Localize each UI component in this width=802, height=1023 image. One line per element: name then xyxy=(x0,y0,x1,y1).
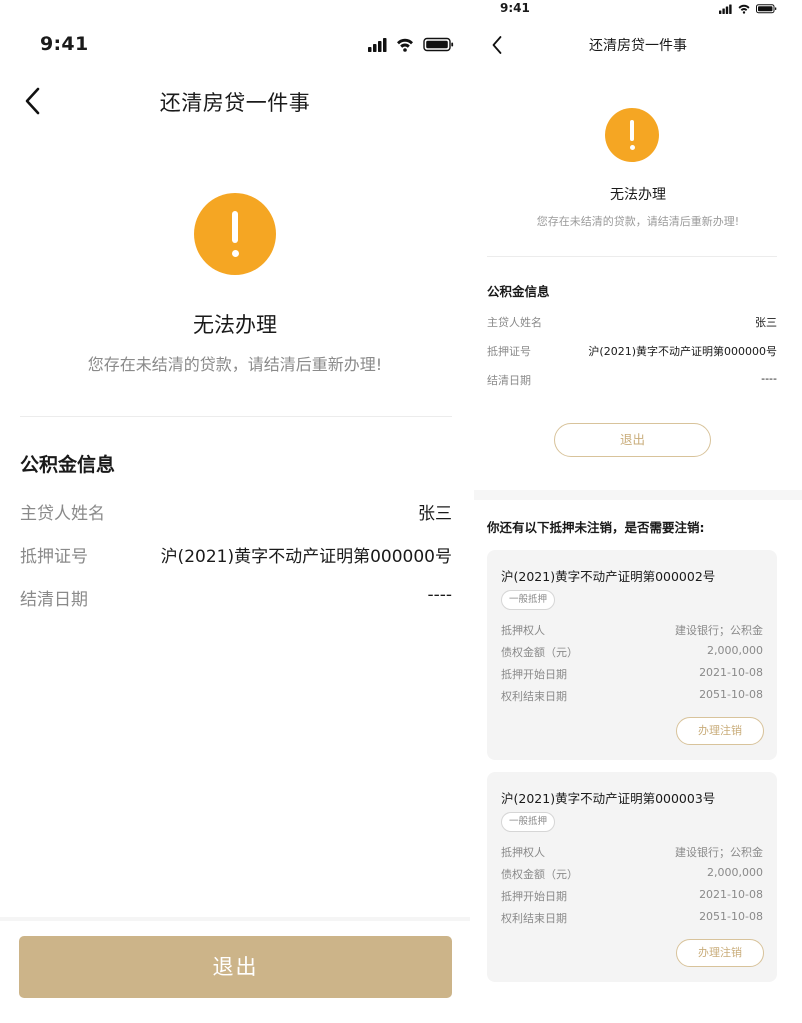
card-row: 债权金额（元） 2,000,000 xyxy=(501,866,763,882)
cancel-mortgage-button[interactable]: 办理注销 xyxy=(676,717,764,745)
mortgage-question: 你还有以下抵押未注销，是否需要注销: xyxy=(487,520,705,535)
battery-icon xyxy=(423,37,454,52)
status-bar: 9:41 xyxy=(474,0,802,20)
signal-icon xyxy=(368,38,387,52)
info-row: 主贷人姓名 张三 xyxy=(20,499,452,525)
cancel-mortgage-button[interactable]: 办理注销 xyxy=(676,939,764,967)
card-row-value: 2021-10-08 xyxy=(699,888,763,901)
page-title: 还清房贷一件事 xyxy=(589,38,687,54)
screen-right: 9:41 还清房贷一件事 无法办理 您存在未结清的贷款，请结清后重新办理! 公积… xyxy=(474,0,802,1023)
card-row: 抵押权人 建设银行；公积金 xyxy=(501,622,763,638)
info-value: 张三 xyxy=(755,316,777,329)
page-title: 还清房贷一件事 xyxy=(159,91,311,115)
exit-button[interactable]: 退出 xyxy=(554,423,711,457)
nav-bar: 还清房贷一件事 xyxy=(474,30,802,60)
card-row-value: 2051-10-08 xyxy=(699,688,763,701)
info-row: 结清日期 ---- xyxy=(487,372,777,388)
mortgage-cert-number: 沪(2021)黄字不动产证明第000002号 xyxy=(501,569,716,584)
card-row-value: 2,000,000 xyxy=(707,866,763,879)
info-value: ---- xyxy=(427,585,452,605)
section-title: 公积金信息 xyxy=(20,454,116,476)
info-value: ---- xyxy=(761,372,777,385)
wifi-icon xyxy=(738,4,750,14)
info-label: 结清日期 xyxy=(487,374,531,387)
mortgage-cert-number: 沪(2021)黄字不动产证明第000003号 xyxy=(501,791,716,806)
card-row-value: 建设银行；公积金 xyxy=(675,624,763,637)
info-label: 抵押证号 xyxy=(487,345,531,358)
result-message: 您存在未结清的贷款，请结清后重新办理! xyxy=(536,215,740,228)
info-label: 抵押证号 xyxy=(20,547,88,567)
info-value: 沪(2021)黄字不动产证明第000000号 xyxy=(160,547,452,567)
mortgage-card: 沪(2021)黄字不动产证明第000002号 一般抵押 抵押权人 建设银行；公积… xyxy=(487,550,777,760)
card-row-label: 权利结束日期 xyxy=(501,690,567,703)
card-row-label: 债权金额（元） xyxy=(501,868,578,881)
status-bar: 9:41 xyxy=(0,0,470,92)
card-row-value: 建设银行；公积金 xyxy=(675,846,763,859)
status-time: 9:41 xyxy=(40,33,89,55)
result-message: 您存在未结清的贷款，请结清后重新办理! xyxy=(87,355,383,374)
mortgage-type-tag: 一般抵押 xyxy=(501,590,556,610)
card-row: 抵押开始日期 2021-10-08 xyxy=(501,666,763,682)
warning-icon xyxy=(605,108,659,162)
card-row: 抵押权人 建设银行；公积金 xyxy=(501,844,763,860)
card-row-label: 权利结束日期 xyxy=(501,912,567,925)
wifi-icon xyxy=(397,38,413,52)
status-icons xyxy=(719,4,777,14)
info-value: 沪(2021)黄字不动产证明第000000号 xyxy=(588,345,777,358)
exit-button[interactable]: 退出 xyxy=(19,936,452,998)
card-row: 抵押开始日期 2021-10-08 xyxy=(501,888,763,904)
battery-icon xyxy=(756,4,777,14)
card-row: 权利结束日期 2051-10-08 xyxy=(501,688,763,704)
card-row-label: 抵押开始日期 xyxy=(501,668,567,681)
card-row: 债权金额（元） 2,000,000 xyxy=(501,644,763,660)
info-row: 结清日期 ---- xyxy=(20,585,452,611)
info-label: 主贷人姓名 xyxy=(20,504,105,524)
card-row-value: 2051-10-08 xyxy=(699,910,763,923)
section-separator xyxy=(474,490,802,500)
info-row: 主贷人姓名 张三 xyxy=(487,314,777,330)
card-row-value: 2,000,000 xyxy=(707,644,763,657)
status-icons xyxy=(368,37,454,52)
result-status: 无法办理 xyxy=(610,187,666,203)
divider xyxy=(487,256,777,257)
screen-left: 9:41 还清房贷一件事 无法办理 您存在未结清的贷款，请结清后重新办理! 公积… xyxy=(0,0,470,1023)
card-row-value: 2021-10-08 xyxy=(699,666,763,679)
nav-bar: 还清房贷一件事 xyxy=(0,80,470,124)
mortgage-card: 沪(2021)黄字不动产证明第000003号 一般抵押 抵押权人 建设银行；公积… xyxy=(487,772,777,982)
result-status: 无法办理 xyxy=(193,313,277,337)
status-time: 9:41 xyxy=(500,1,530,15)
divider xyxy=(20,416,452,417)
info-label: 主贷人姓名 xyxy=(487,316,542,329)
mortgage-type-tag: 一般抵押 xyxy=(501,812,556,832)
info-label: 结清日期 xyxy=(20,590,88,610)
card-row-label: 抵押权人 xyxy=(501,846,545,859)
info-value: 张三 xyxy=(418,504,452,524)
warning-icon xyxy=(194,193,276,275)
card-row-label: 抵押权人 xyxy=(501,624,545,637)
section-title: 公积金信息 xyxy=(487,284,550,299)
card-row-label: 抵押开始日期 xyxy=(501,890,567,903)
info-row: 抵押证号 沪(2021)黄字不动产证明第000000号 xyxy=(20,542,452,568)
signal-icon xyxy=(719,4,732,14)
info-row: 抵押证号 沪(2021)黄字不动产证明第000000号 xyxy=(487,343,777,359)
card-row: 权利结束日期 2051-10-08 xyxy=(501,910,763,926)
card-row-label: 债权金额（元） xyxy=(501,646,578,659)
